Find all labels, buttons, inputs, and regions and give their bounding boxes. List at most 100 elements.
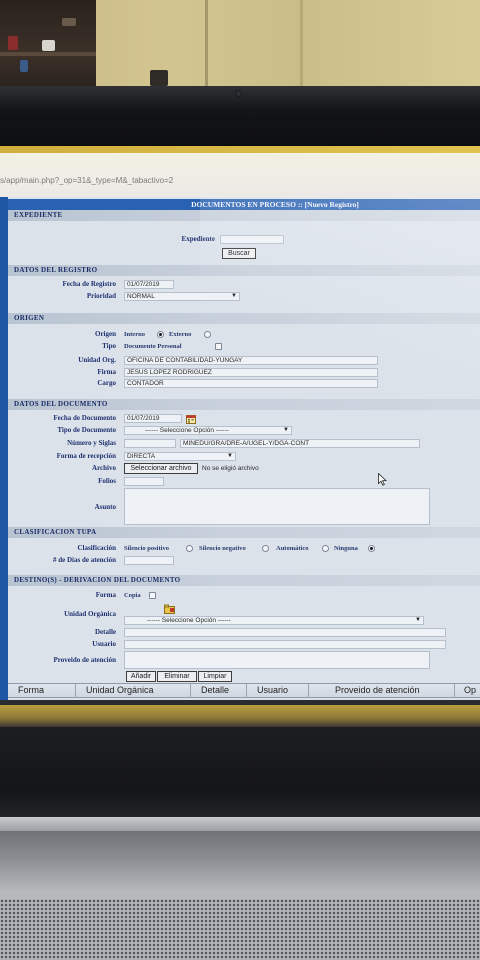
unit-picker-icon[interactable] [164,601,175,614]
chevron-down-icon: ▼ [283,427,289,433]
proveido-textarea[interactable] [124,651,430,669]
origen-interno-radio[interactable] [157,331,164,338]
clear-button[interactable]: Limpiar [198,671,232,682]
forma-recepcion-value: DIRECTA [127,453,156,460]
unidad-org-input[interactable] [124,356,378,365]
door-frame [300,0,303,92]
copia-checkbox[interactable] [149,592,156,599]
shelf-item [62,18,76,26]
unidad-organica-label: Unidad Orgánica [64,610,116,618]
cargo-input[interactable] [124,379,378,388]
silencio-negativo-radio[interactable] [262,545,269,552]
cargo-label: Cargo [97,379,116,387]
section-destino: DESTINO(S) - DERIVACION DEL DOCUMENTO [8,575,480,586]
tipo-documento-value: ------ Seleccione Opción ------ [145,427,229,434]
origen-externo-label: Externo [169,331,192,338]
chevron-down-icon: ▼ [415,617,421,623]
folios-input[interactable] [124,477,164,486]
screen-reflection [0,705,480,727]
firma-label: Firma [97,368,116,376]
usuario-input[interactable] [124,640,446,649]
documento-personal-label: Documento Personal [124,343,182,350]
background-chair [150,70,168,86]
speaker-grille [0,899,480,960]
silencio-positivo-label: Silencio positivo [124,545,169,552]
origen-interno-label: Interno [124,331,145,338]
section-datos-documento: DATOS DEL DOCUMENTO [8,399,480,410]
tipo-documento-label: Tipo de Documento [57,426,116,434]
automatico-label: Automático [276,545,309,552]
column-usuario[interactable]: Usuario [246,684,308,697]
clasificacion-label: Clasificación [77,544,117,552]
usuario-label: Usuario [92,640,116,648]
choose-file-button[interactable]: Seleccionar archivo [124,463,198,474]
fecha-registro-input[interactable] [124,280,174,289]
add-button[interactable]: Añadir [126,671,156,682]
copia-label: Copia [124,592,141,599]
chevron-down-icon: ▼ [231,293,237,299]
tipo-label: Tipo [102,342,116,350]
mouse-cursor-icon [378,472,388,486]
tipo-documento-select[interactable]: ------ Seleccione Opción ------ ▼ [124,426,292,435]
browser-toolbar [0,153,480,197]
silencio-negativo-label: Silencio negativo [199,545,246,552]
laptop-bezel-bottom [0,727,480,817]
column-forma[interactable]: Forma [8,684,75,697]
column-op[interactable]: Op [454,684,480,697]
url-bar[interactable]: s/app/main.php?_op=31&_type=M&_tabactivo… [0,176,173,185]
section-clasificacion-tupa: CLASIFICACION TUPA [8,527,480,538]
asunto-label: Asunto [94,503,116,511]
numero-siglas-label: Número y Siglas [67,439,116,447]
prioridad-select[interactable]: NORMAL ▼ [124,292,240,301]
destinations-table-header: Forma Unidad Orgánica Detalle Usuario Pr… [8,683,480,698]
numero-input[interactable] [124,439,176,448]
proveido-label: Proveido de atención [53,656,116,664]
laptop-hinge [0,817,480,831]
origen-externo-radio[interactable] [204,331,211,338]
chevron-down-icon: ▼ [227,453,233,459]
search-button[interactable]: Buscar [222,248,256,259]
dias-atencion-label: # de Días de atención [53,556,116,564]
shelf-item [8,36,18,50]
folios-label: Folios [98,477,116,485]
siglas-input[interactable] [180,439,420,448]
laptop-body [0,831,480,899]
detalle-label: Detalle [95,628,116,636]
detalle-input[interactable] [124,628,446,637]
unidad-org-label: Unidad Org. [78,356,116,364]
section-expediente: EXPEDIENTE [8,210,480,221]
silencio-positivo-radio[interactable] [186,545,193,552]
remove-button[interactable]: Eliminar [157,671,197,682]
form-title: DOCUMENTOS EN PROCESO :: [Nuevo Registro… [8,199,480,210]
shelf-item [42,40,55,51]
file-status-text: No se eligió archivo [202,465,259,472]
unidad-organica-value: ------ Seleccione Opción ------ [147,617,231,624]
forma-label: Forma [95,591,116,599]
door-frame [205,0,208,92]
firma-input[interactable] [124,368,378,377]
origen-label: Origen [95,330,116,338]
dias-atencion-input[interactable] [124,556,174,565]
prioridad-label: Prioridad [86,292,116,300]
unidad-organica-select[interactable]: ------ Seleccione Opción ------ ▼ [124,616,424,625]
shelf-item [20,60,28,72]
browser-tab-strip [0,146,480,153]
asunto-textarea[interactable] [124,488,430,525]
documento-personal-checkbox[interactable] [215,343,222,350]
form-frame-border [0,197,8,703]
calendar-icon[interactable] [186,411,196,424]
column-proveido[interactable]: Proveido de atención [308,684,454,697]
ninguna-label: Ninguna [334,545,358,552]
column-detalle[interactable]: Detalle [190,684,246,697]
shelf-board [0,52,96,56]
fecha-registro-label: Fecha de Registro [62,280,116,288]
automatico-radio[interactable] [322,545,329,552]
forma-recepcion-select[interactable]: DIRECTA ▼ [124,452,236,461]
forma-recepcion-label: Forma de recepción [56,452,116,460]
column-unidad-organica[interactable]: Unidad Orgánica [75,684,190,697]
ninguna-radio[interactable] [368,545,375,552]
fecha-documento-input[interactable] [124,414,182,423]
prioridad-value: NORMAL [127,293,155,300]
expediente-input[interactable] [220,235,284,244]
section-origen: ORIGEN [8,313,480,324]
